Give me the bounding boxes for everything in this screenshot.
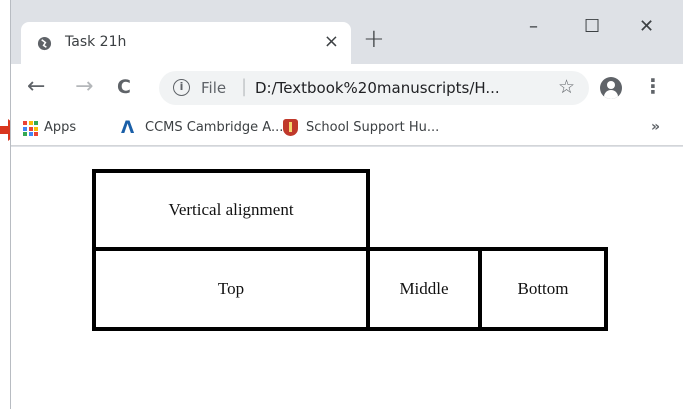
profile-avatar-icon[interactable] — [600, 77, 622, 99]
table-header-cell: Vertical alignment — [92, 169, 370, 251]
tab-title: Task 21h — [65, 34, 127, 50]
table-header-text: Vertical alignment — [168, 200, 294, 219]
browser-window: Task 21h × + – ☐ ✕ ← → C i File | D:/Tex… — [10, 0, 683, 409]
info-icon[interactable]: i — [173, 79, 190, 96]
tab-close-icon[interactable]: × — [324, 31, 339, 52]
bookmark-star-icon[interactable]: ☆ — [558, 76, 575, 98]
bookmark-apps[interactable]: Apps — [44, 120, 76, 135]
cell-text-middle: Middle — [399, 279, 449, 298]
table-cell-middle: Middle — [366, 247, 482, 331]
table-cell-bottom: Bottom — [478, 247, 608, 331]
browser-toolbar: ← → C i File | D:/Textbook%20manuscripts… — [11, 64, 683, 112]
annotation-arrow-shaft — [0, 126, 8, 134]
close-window-button[interactable]: ✕ — [639, 16, 654, 37]
cell-text-top: Top — [217, 279, 245, 298]
forward-button[interactable]: → — [75, 74, 93, 99]
browser-tab[interactable]: Task 21h × — [21, 22, 351, 64]
url-text[interactable]: D:/Textbook%20manuscripts/H... — [255, 79, 500, 97]
back-button[interactable]: ← — [27, 74, 45, 99]
minimize-button[interactable]: – — [529, 16, 538, 37]
maximize-button[interactable]: ☐ — [584, 16, 600, 37]
url-separator: | — [241, 76, 248, 97]
bookmarks-bar: Apps Λ CCMS Cambridge A... School Suppor… — [11, 112, 683, 146]
reload-button[interactable]: C — [117, 76, 131, 98]
new-tab-button[interactable]: + — [363, 24, 385, 54]
apps-grid-icon — [23, 121, 38, 136]
cambridge-icon: Λ — [121, 118, 135, 138]
page-content: Vertical alignment Top Middle Bottom — [11, 147, 683, 409]
menu-icon[interactable]: ⋮ — [643, 74, 663, 98]
bookmark-school-support[interactable]: School Support Hu... — [306, 120, 439, 135]
url-scheme: File — [201, 79, 227, 97]
address-bar[interactable]: i File | D:/Textbook%20manuscripts/H... … — [159, 71, 589, 105]
bookmark-ccms[interactable]: CCMS Cambridge A... — [145, 120, 283, 135]
cell-text-bottom: Bottom — [517, 279, 569, 298]
more-bookmarks-button[interactable]: » — [651, 119, 660, 135]
table-cell-top: Top — [92, 247, 370, 331]
shield-icon — [283, 119, 298, 136]
globe-icon — [37, 36, 52, 51]
